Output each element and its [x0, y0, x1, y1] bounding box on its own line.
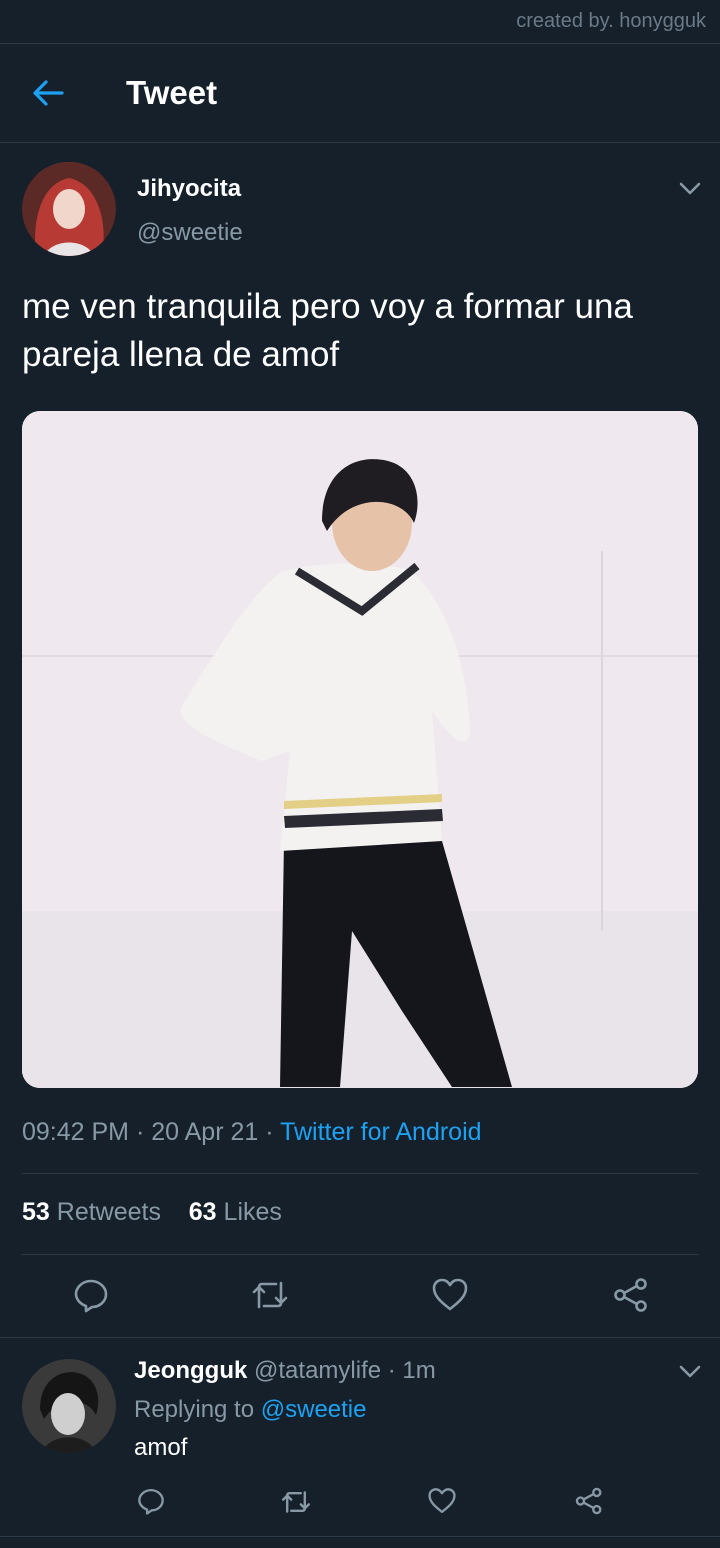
tweet-author-handle[interactable]: @sweetie: [137, 219, 243, 247]
tweet-date: 20 Apr 21: [151, 1118, 259, 1146]
page-title: Tweet: [126, 74, 218, 111]
chevron-down-icon[interactable]: [679, 182, 701, 196]
top-app-bar: Tweet: [0, 44, 720, 143]
likes-label: Likes: [223, 1198, 282, 1226]
arrow-left-icon[interactable]: [30, 77, 66, 109]
reply-author-handle[interactable]: @tatamylife: [254, 1357, 381, 1384]
tweet-author-name[interactable]: Jihyocita: [137, 175, 241, 203]
likes-stat[interactable]: 63 Likes: [189, 1198, 282, 1226]
retweets-stat[interactable]: 53 Retweets: [22, 1198, 161, 1226]
tweet-photo[interactable]: [22, 411, 698, 1088]
share-icon[interactable]: [612, 1277, 650, 1313]
photo-illustration: [22, 411, 698, 1088]
retweets-count: 53: [22, 1198, 50, 1226]
replying-to-line: Replying to @sweetie: [134, 1396, 367, 1424]
reply-author-line: Jeongguk @tatamylife · 1m: [134, 1357, 436, 1385]
tweet-source-link[interactable]: Twitter for Android: [280, 1118, 481, 1146]
tweet-stats: 53 Retweets 63 Likes: [22, 1198, 282, 1227]
chevron-down-icon[interactable]: [679, 1365, 701, 1379]
retweet-icon[interactable]: [250, 1279, 290, 1311]
share-icon[interactable]: [574, 1487, 604, 1515]
avatar[interactable]: [22, 162, 116, 256]
retweets-label: Retweets: [56, 1198, 161, 1226]
reply-time: 1m: [402, 1357, 436, 1384]
reply-icon[interactable]: [73, 1277, 109, 1313]
avatar-image: [22, 162, 116, 256]
divider: [0, 1536, 720, 1537]
divider: [0, 1337, 720, 1338]
reply-icon[interactable]: [137, 1487, 165, 1515]
replying-to-prefix: Replying to: [134, 1396, 255, 1423]
watermark-text: created by. honygguk: [516, 10, 706, 32]
tweet-text: me ven tranquila pero voy a formar una p…: [22, 287, 633, 374]
reply-author-name[interactable]: Jeongguk: [134, 1357, 247, 1384]
replying-to-mention[interactable]: @sweetie: [261, 1396, 367, 1423]
meta-separator: ·: [381, 1357, 403, 1384]
reply-avatar[interactable]: [22, 1359, 116, 1453]
divider: [22, 1254, 698, 1255]
likes-count: 63: [188, 1198, 217, 1226]
heart-icon[interactable]: [427, 1487, 457, 1515]
heart-icon[interactable]: [431, 1277, 469, 1313]
tweet-meta: 09:42 PM · 20 Apr 21 · Twitter for Andro…: [22, 1118, 482, 1147]
tweet-time: 09:42 PM: [22, 1118, 130, 1146]
retweet-icon[interactable]: [280, 1489, 312, 1515]
avatar-image: [22, 1359, 116, 1453]
meta-separator: ·: [265, 1118, 274, 1146]
reply-text: amof: [134, 1434, 188, 1461]
divider: [22, 1173, 698, 1174]
meta-separator: ·: [135, 1118, 145, 1146]
